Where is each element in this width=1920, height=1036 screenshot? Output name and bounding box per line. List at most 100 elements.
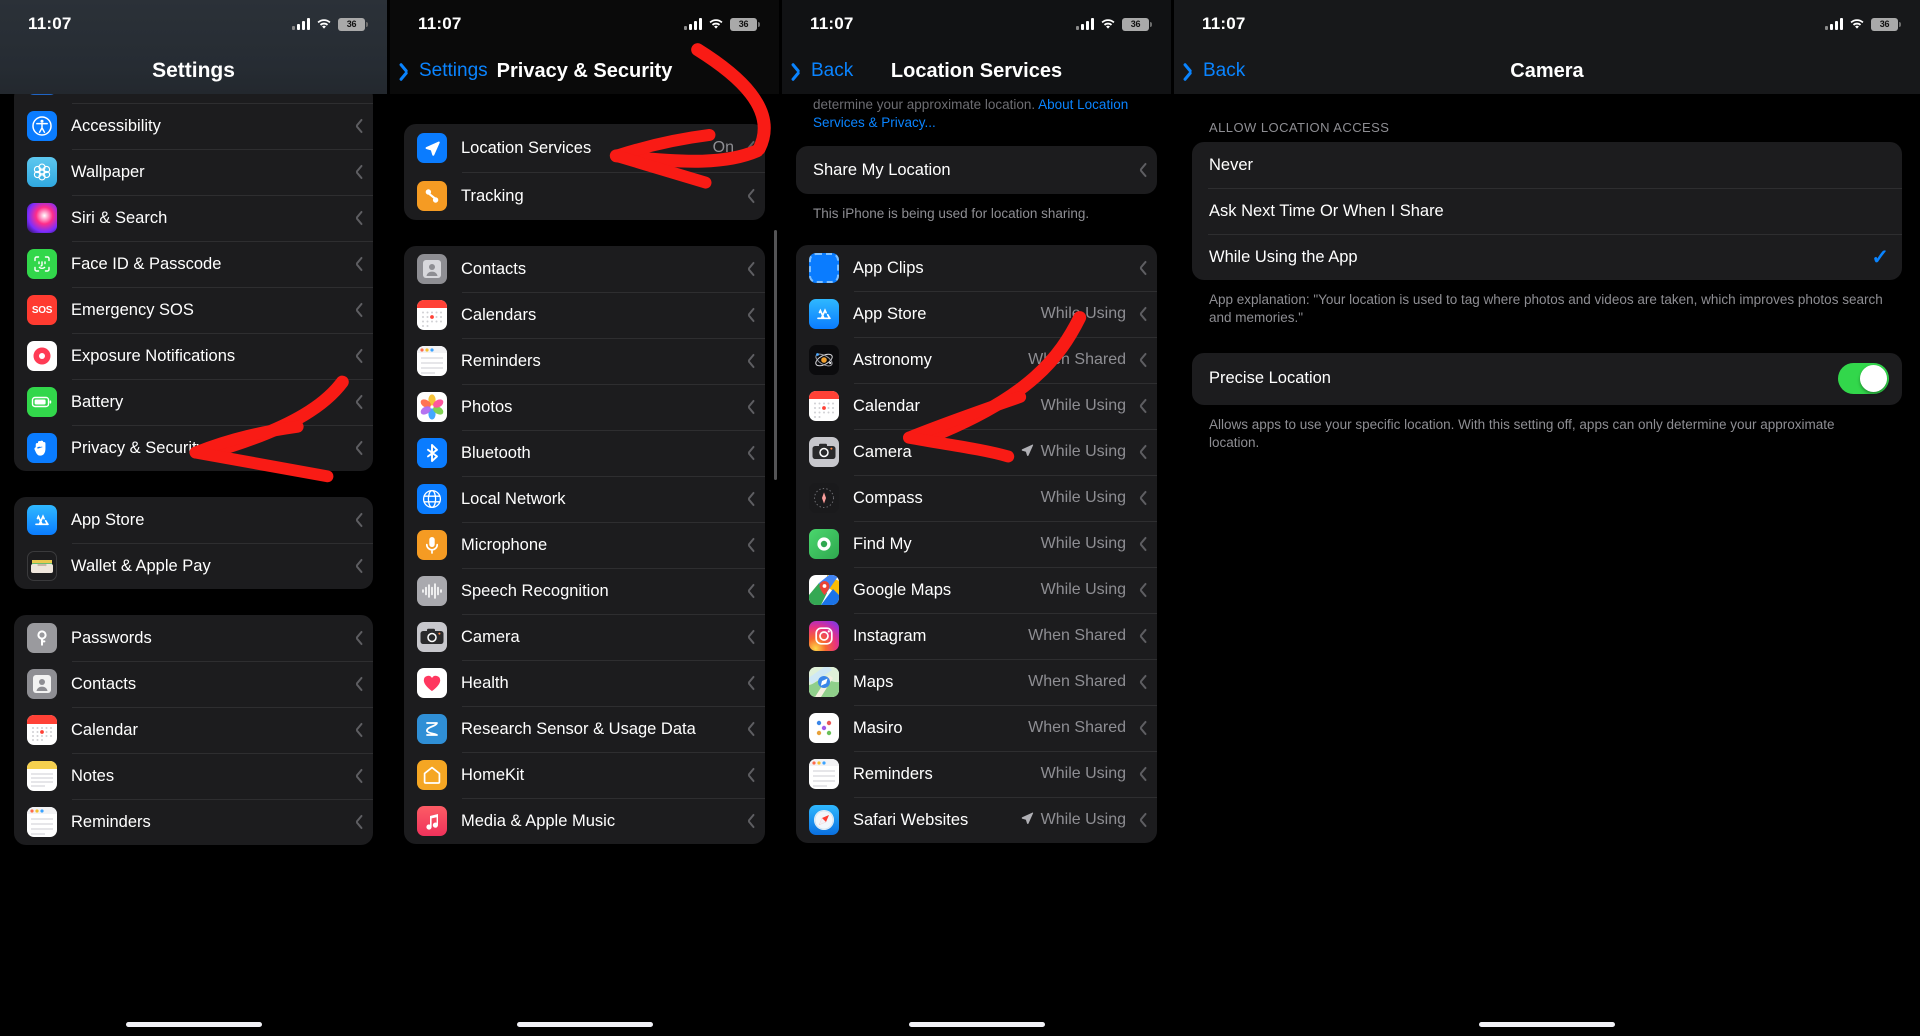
list-item-masiro[interactable]: Masiro When Shared: [796, 705, 1157, 751]
cellular-signal-icon: [292, 18, 310, 30]
settings-group-1: Accessibility Wallpaper Siri & Search Fa…: [14, 85, 373, 471]
option-label: Never: [1209, 155, 1254, 174]
back-button[interactable]: Settings: [404, 60, 488, 82]
list-item-value: When Shared: [1028, 351, 1126, 369]
sidebar-item-contacts[interactable]: Contacts: [14, 661, 373, 707]
list-item-google-maps[interactable]: Google Maps While Using: [796, 567, 1157, 613]
list-item-bluetooth[interactable]: Bluetooth: [404, 430, 765, 476]
list-item-calendar[interactable]: Calendar While Using: [796, 383, 1157, 429]
sidebar-item-emergency-sos[interactable]: SOS Emergency SOS: [14, 287, 373, 333]
list-item-homekit[interactable]: HomeKit: [404, 752, 765, 798]
row-precise-location[interactable]: Precise Location: [1192, 353, 1902, 405]
status-bar-4: 11:07 36: [1174, 0, 1920, 48]
list-item-contacts[interactable]: Contacts: [404, 246, 765, 292]
sidebar-item-wallet-apple-pay[interactable]: Wallet & Apple Pay: [14, 543, 373, 589]
back-button[interactable]: Back: [796, 60, 853, 82]
back-label: Back: [1203, 60, 1246, 81]
location-arrow-indicator-icon: [1020, 811, 1034, 830]
list-item-astronomy[interactable]: Astronomy When Shared: [796, 337, 1157, 383]
list-item-value: While Using: [1040, 443, 1126, 461]
list-item-speech-recognition[interactable]: Speech Recognition: [404, 568, 765, 614]
list-item-find-my[interactable]: Find My While Using: [796, 521, 1157, 567]
location-scroll[interactable]: determine your approximate location. Abo…: [782, 94, 1171, 844]
list-item-photos[interactable]: Photos: [404, 384, 765, 430]
list-item-reminders[interactable]: Reminders While Using: [796, 751, 1157, 797]
list-item-label: Photos: [461, 397, 513, 416]
camera-scroll[interactable]: ALLOW LOCATION ACCESS Never Ask Next Tim…: [1174, 94, 1920, 452]
option-while-using-the-app[interactable]: While Using the App ✓: [1192, 234, 1902, 280]
safari-icon: [809, 805, 839, 836]
option-ask-next-time[interactable]: Ask Next Time Or When I Share: [1192, 188, 1902, 234]
cellular-signal-icon: [684, 18, 702, 30]
sidebar-item-siri-search[interactable]: Siri & Search: [14, 195, 373, 241]
chevron-right-icon: [743, 629, 752, 645]
list-item-camera[interactable]: Camera: [404, 614, 765, 660]
sidebar-item-app-store[interactable]: App Store: [14, 497, 373, 543]
chevron-right-icon: [1135, 628, 1144, 644]
nav-bar-1: Settings: [0, 48, 387, 94]
settings-scroll[interactable]: Accessibility Wallpaper Siri & Search Fa…: [0, 85, 387, 845]
list-item-value: While Using: [1040, 535, 1126, 553]
precise-location-toggle[interactable]: [1838, 363, 1889, 395]
list-item-share-my-location[interactable]: Share My Location: [796, 146, 1157, 194]
list-item-label: Instagram: [853, 626, 927, 645]
list-item-reminders[interactable]: Reminders: [404, 338, 765, 384]
chevron-right-icon: [351, 348, 360, 364]
list-item-maps[interactable]: Maps When Shared: [796, 659, 1157, 705]
list-item-label: Camera: [853, 442, 912, 461]
sos-icon: SOS: [27, 295, 57, 325]
sidebar-item-battery[interactable]: Battery: [14, 379, 373, 425]
home-indicator-2: [516, 1022, 653, 1027]
sidebar-item-passwords[interactable]: Passwords: [14, 615, 373, 661]
appstore-icon: [27, 505, 57, 535]
sidebar-item-wallpaper[interactable]: Wallpaper: [14, 149, 373, 195]
list-item-value: While Using: [1040, 489, 1126, 507]
camera-icon: [417, 622, 447, 652]
astronomy-icon: [809, 345, 839, 376]
battery-icon: [27, 387, 57, 417]
list-item-media-apple-music[interactable]: Media & Apple Music: [404, 798, 765, 844]
list-item-app-store[interactable]: App Store While Using: [796, 291, 1157, 337]
list-item-safari-websites[interactable]: Safari Websites While Using: [796, 797, 1157, 843]
sidebar-item-accessibility[interactable]: Accessibility: [14, 103, 373, 149]
back-button[interactable]: Back: [1188, 60, 1245, 82]
chevron-right-icon: [743, 307, 752, 323]
scrollbar-indicator[interactable]: [774, 230, 777, 480]
list-item-camera[interactable]: Camera While Using: [796, 429, 1157, 475]
settings-group-3: Passwords Contacts Calendar Notes Remind…: [14, 615, 373, 845]
sidebar-item-notes[interactable]: Notes: [14, 753, 373, 799]
sidebar-item-reminders[interactable]: Reminders: [14, 799, 373, 845]
list-item-label: Tracking: [461, 186, 524, 205]
list-item-local-network[interactable]: Local Network: [404, 476, 765, 522]
list-item-app-clips[interactable]: App Clips: [796, 245, 1157, 291]
list-item-calendars[interactable]: Calendars: [404, 292, 765, 338]
status-time: 11:07: [810, 14, 854, 33]
sidebar-item-faceid-passcode[interactable]: Face ID & Passcode: [14, 241, 373, 287]
chevron-right-icon: [351, 118, 360, 134]
list-item-research-sensor[interactable]: Research Sensor & Usage Data: [404, 706, 765, 752]
option-never[interactable]: Never: [1192, 142, 1902, 188]
privacy-scroll[interactable]: Location Services On Tracking Contacts C…: [390, 94, 779, 844]
list-item-value: When Shared: [1028, 627, 1126, 645]
status-indicators: 36: [1825, 17, 1901, 31]
list-item-value: While Using: [1040, 581, 1126, 599]
battery-percent: 36: [738, 19, 749, 29]
share-location-footer: This iPhone is being used for location s…: [813, 206, 1090, 222]
privacy-hand-icon: [27, 433, 57, 463]
list-item-health[interactable]: Health: [404, 660, 765, 706]
status-bar-1: 11:07 36: [0, 0, 387, 48]
list-item-compass[interactable]: Compass While Using: [796, 475, 1157, 521]
sidebar-item-privacy-security[interactable]: Privacy & Security: [14, 425, 373, 471]
list-item-instagram[interactable]: Instagram When Shared: [796, 613, 1157, 659]
sidebar-item-calendar[interactable]: Calendar: [14, 707, 373, 753]
reminders-icon: [417, 346, 447, 376]
list-item-location-services[interactable]: Location Services On: [404, 124, 765, 172]
list-item-microphone[interactable]: Microphone: [404, 522, 765, 568]
sidebar-item-exposure-notifications[interactable]: Exposure Notifications: [14, 333, 373, 379]
chevron-right-icon: [351, 302, 360, 318]
contacts-icon: [417, 254, 447, 284]
chevron-right-icon: [1135, 306, 1144, 322]
sidebar-item-label: Battery: [71, 392, 124, 411]
list-item-tracking[interactable]: Tracking: [404, 172, 765, 220]
chevron-right-icon: [743, 140, 752, 156]
